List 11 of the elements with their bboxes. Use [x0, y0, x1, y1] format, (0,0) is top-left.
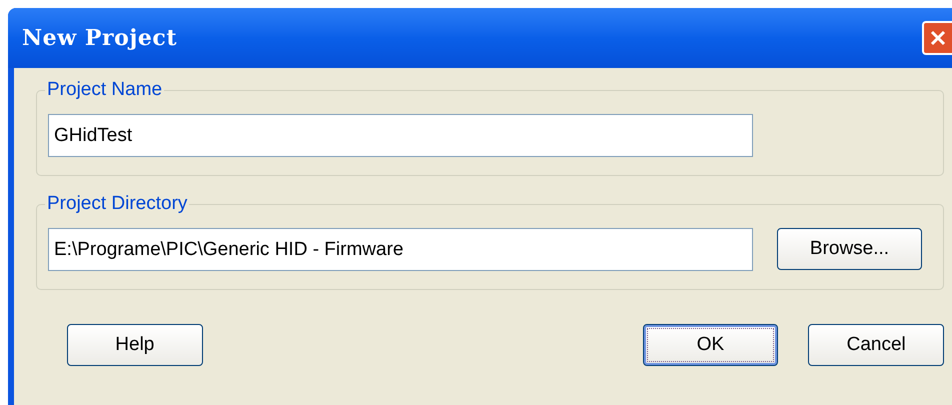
group-label: Project Name [45, 78, 164, 102]
close-icon [929, 29, 947, 47]
close-button[interactable] [922, 21, 952, 55]
browse-button[interactable]: Browse... [777, 228, 922, 270]
dialog-button[interactable]: OK [642, 324, 778, 366]
input-field[interactable]: GHidTest [48, 114, 753, 157]
dialog-button[interactable]: Cancel [808, 324, 944, 366]
input-field[interactable]: E:\Programe\PIC\Generic HID - Firmware [48, 228, 753, 271]
group-label: Project Directory [45, 192, 190, 216]
window-title: New Project [22, 24, 178, 52]
dialog-button[interactable]: Help [67, 324, 203, 366]
